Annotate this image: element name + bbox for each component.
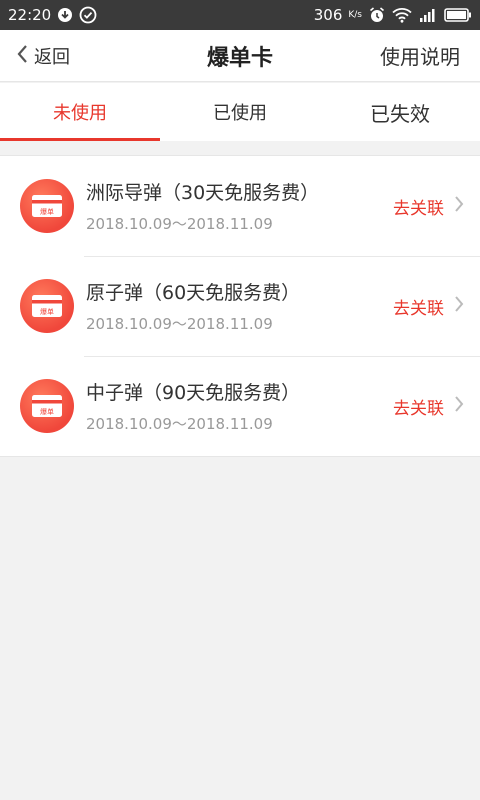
link-card-label: 去关联: [393, 398, 444, 419]
tab-used[interactable]: 已使用: [160, 83, 320, 141]
card-title: 原子弹（60天免服务费）: [86, 282, 301, 304]
card-date-range: 2018.10.09～2018.11.09: [86, 215, 273, 233]
alarm-icon: [368, 6, 386, 24]
list-item[interactable]: 爆单 中子弹（90天免服务费） 2018.10.09～2018.11.09 去关…: [0, 356, 480, 456]
link-card-label: 去关联: [393, 298, 444, 319]
chevron-right-icon: [454, 395, 464, 418]
back-button[interactable]: 返回: [16, 30, 70, 82]
list-item[interactable]: 爆单 原子弹（60天免服务费） 2018.10.09～2018.11.09 去关…: [0, 256, 480, 356]
tab-expired[interactable]: 已失效: [320, 83, 480, 141]
battery-icon: [444, 7, 472, 23]
check-circle-icon: [79, 6, 97, 24]
link-card-button[interactable]: 去关联: [393, 294, 464, 319]
chevron-left-icon: [16, 44, 28, 69]
card-icon: 爆单: [20, 379, 74, 433]
link-card-label: 去关联: [393, 198, 444, 219]
card-icon-label: 爆单: [40, 307, 54, 316]
network-speed-unit: K/s: [348, 10, 362, 20]
signal-4g-icon: [418, 7, 438, 23]
card-icon: 爆单: [20, 179, 74, 233]
list-item[interactable]: 爆单 洲际导弹（30天免服务费） 2018.10.09～2018.11.09 去…: [0, 156, 480, 256]
chevron-right-icon: [454, 295, 464, 318]
wifi-icon: [392, 7, 412, 23]
card-list: 爆单 洲际导弹（30天免服务费） 2018.10.09～2018.11.09 去…: [0, 155, 480, 457]
card-title: 中子弹（90天免服务费）: [86, 382, 301, 404]
card-title: 洲际导弹（30天免服务费）: [86, 182, 320, 204]
card-icon: 爆单: [20, 279, 74, 333]
tab-unused[interactable]: 未使用: [0, 83, 160, 141]
network-speed: 306: [313, 6, 343, 24]
link-card-button[interactable]: 去关联: [393, 194, 464, 219]
status-bar: 22:20 306 K/s: [0, 0, 480, 30]
chevron-right-icon: [454, 195, 464, 218]
back-label: 返回: [34, 47, 70, 68]
download-icon: [57, 7, 73, 23]
status-time: 22:20: [8, 6, 52, 24]
link-card-button[interactable]: 去关联: [393, 394, 464, 419]
nav-bar: 返回 爆单卡 使用说明: [0, 30, 480, 82]
card-date-range: 2018.10.09～2018.11.09: [86, 415, 273, 433]
usage-instructions-link[interactable]: 使用说明: [380, 41, 460, 70]
tab-bar: 未使用 已使用 已失效: [0, 83, 480, 141]
card-date-range: 2018.10.09～2018.11.09: [86, 315, 273, 333]
card-icon-label: 爆单: [40, 207, 54, 216]
card-icon-label: 爆单: [40, 407, 54, 416]
